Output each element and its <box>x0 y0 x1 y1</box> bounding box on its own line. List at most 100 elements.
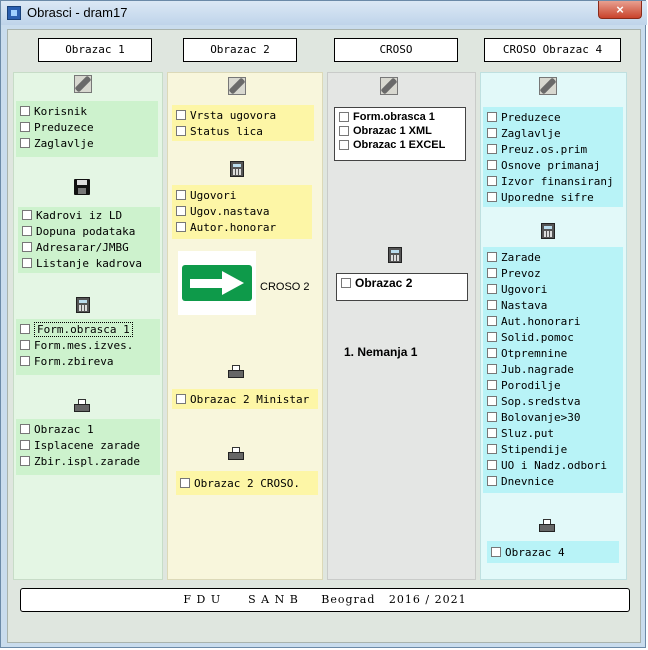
list-item[interactable]: Korisnik <box>20 103 87 119</box>
wrench-icon[interactable] <box>539 77 557 95</box>
checkbox[interactable] <box>22 226 32 236</box>
checkbox[interactable] <box>20 122 30 132</box>
printer-icon[interactable] <box>539 519 555 533</box>
list-item[interactable]: Obrazac 1 <box>20 421 94 437</box>
checkbox[interactable] <box>339 112 349 122</box>
checkbox[interactable] <box>487 428 497 438</box>
checkbox[interactable] <box>22 258 32 268</box>
list-item[interactable]: Solid.pomoc <box>487 329 574 345</box>
title-bar[interactable]: Obrasci - dram17 × <box>1 1 647 25</box>
checkbox[interactable] <box>491 547 501 557</box>
list-item[interactable]: Ugovori <box>487 281 547 297</box>
checkbox[interactable] <box>20 440 30 450</box>
checkbox[interactable] <box>487 284 497 294</box>
header-obrazac2-button[interactable]: Obrazac 2 <box>183 38 297 62</box>
checkbox[interactable] <box>487 112 497 122</box>
wrench-icon[interactable] <box>74 75 92 93</box>
checkbox[interactable] <box>176 394 186 404</box>
printer-icon[interactable] <box>228 365 244 379</box>
calculator-icon[interactable] <box>388 247 402 263</box>
checkbox[interactable] <box>487 268 497 278</box>
list-item[interactable]: Osnove primanaj <box>487 157 600 173</box>
list-item[interactable]: Dnevnice <box>487 473 554 489</box>
list-item[interactable]: Listanje kadrova <box>22 255 142 271</box>
list-item[interactable]: Dopuna podataka <box>22 223 135 239</box>
list-item[interactable]: Isplacene zarade <box>20 437 140 453</box>
calculator-icon[interactable] <box>230 161 244 177</box>
list-item[interactable]: Form.zbireva <box>20 353 113 369</box>
checkbox[interactable] <box>487 316 497 326</box>
checkbox[interactable] <box>487 160 497 170</box>
list-item[interactable]: Nastava <box>487 297 547 313</box>
checkbox[interactable] <box>20 138 30 148</box>
checkbox[interactable] <box>487 396 497 406</box>
checkbox[interactable] <box>176 110 186 120</box>
list-item[interactable]: Form.obrasca 1 <box>20 321 133 337</box>
checkbox[interactable] <box>20 456 30 466</box>
list-item[interactable]: Obrazac 2 CROSO. <box>180 475 300 491</box>
list-item[interactable]: Status lica <box>176 123 263 139</box>
list-item[interactable]: Uporedne sifre <box>487 189 594 205</box>
checkbox[interactable] <box>180 478 190 488</box>
list-item[interactable]: Stipendije <box>487 441 567 457</box>
list-item[interactable]: Obrazac 4 <box>491 544 565 560</box>
list-item[interactable]: Obrazac 1 EXCEL <box>339 137 445 153</box>
list-item[interactable]: Obrazac 2 <box>341 275 412 291</box>
checkbox[interactable] <box>20 106 30 116</box>
list-item[interactable]: Zarade <box>487 249 541 265</box>
checkbox[interactable] <box>487 476 497 486</box>
checkbox[interactable] <box>20 324 30 334</box>
checkbox[interactable] <box>341 278 351 288</box>
checkbox[interactable] <box>487 460 497 470</box>
checkbox[interactable] <box>339 140 349 150</box>
list-item[interactable]: Kadrovi iz LD <box>22 207 122 223</box>
list-item[interactable]: UO i Nadz.odbori <box>487 457 607 473</box>
list-item[interactable]: Preuz.os.prim <box>487 141 587 157</box>
list-item[interactable]: Zaglavlje <box>20 135 94 151</box>
checkbox[interactable] <box>487 144 497 154</box>
croso-arrow-image[interactable] <box>178 251 256 315</box>
list-item[interactable]: Jub.nagrade <box>487 361 574 377</box>
checkbox[interactable] <box>487 128 497 138</box>
list-item[interactable]: Zaglavlje <box>487 125 561 141</box>
printer-icon[interactable] <box>228 447 244 461</box>
header-croso-button[interactable]: CROSO <box>334 38 458 62</box>
wrench-icon[interactable] <box>380 77 398 95</box>
list-item[interactable]: Vrsta ugovora <box>176 107 276 123</box>
list-item[interactable]: Porodilje <box>487 377 561 393</box>
list-item[interactable]: Prevoz <box>487 265 541 281</box>
list-item[interactable]: Preduzece <box>20 119 94 135</box>
header-obrazac1-button[interactable]: Obrazac 1 <box>38 38 152 62</box>
list-item[interactable]: Sluz.put <box>487 425 554 441</box>
checkbox[interactable] <box>487 348 497 358</box>
list-item[interactable]: Obrazac 2 Ministar <box>176 391 309 407</box>
list-item[interactable]: Izvor finansiranj <box>487 173 614 189</box>
checkbox[interactable] <box>20 340 30 350</box>
checkbox[interactable] <box>487 444 497 454</box>
list-item[interactable]: Sop.sredstva <box>487 393 580 409</box>
checkbox[interactable] <box>176 126 186 136</box>
checkbox[interactable] <box>487 300 497 310</box>
checkbox[interactable] <box>339 126 349 136</box>
list-item[interactable]: Otpremnine <box>487 345 567 361</box>
list-item[interactable]: Aut.honorari <box>487 313 580 329</box>
list-item[interactable]: Ugov.nastava <box>176 203 269 219</box>
list-item[interactable]: Form.mes.izves. <box>20 337 133 353</box>
checkbox[interactable] <box>20 424 30 434</box>
calculator-icon[interactable] <box>541 223 555 239</box>
checkbox[interactable] <box>487 252 497 262</box>
checkbox[interactable] <box>22 210 32 220</box>
list-item[interactable]: Preduzece <box>487 109 561 125</box>
checkbox[interactable] <box>22 242 32 252</box>
wrench-icon[interactable] <box>228 77 246 95</box>
checkbox[interactable] <box>487 364 497 374</box>
checkbox[interactable] <box>176 222 186 232</box>
checkbox[interactable] <box>176 206 186 216</box>
floppy-disk-icon[interactable] <box>74 179 90 195</box>
list-item[interactable]: Adresarar/JMBG <box>22 239 129 255</box>
checkbox[interactable] <box>487 412 497 422</box>
header-croso-obrazac4-button[interactable]: CROSO Obrazac 4 <box>484 38 621 62</box>
checkbox[interactable] <box>176 190 186 200</box>
checkbox[interactable] <box>487 192 497 202</box>
calculator-icon[interactable] <box>76 297 90 313</box>
